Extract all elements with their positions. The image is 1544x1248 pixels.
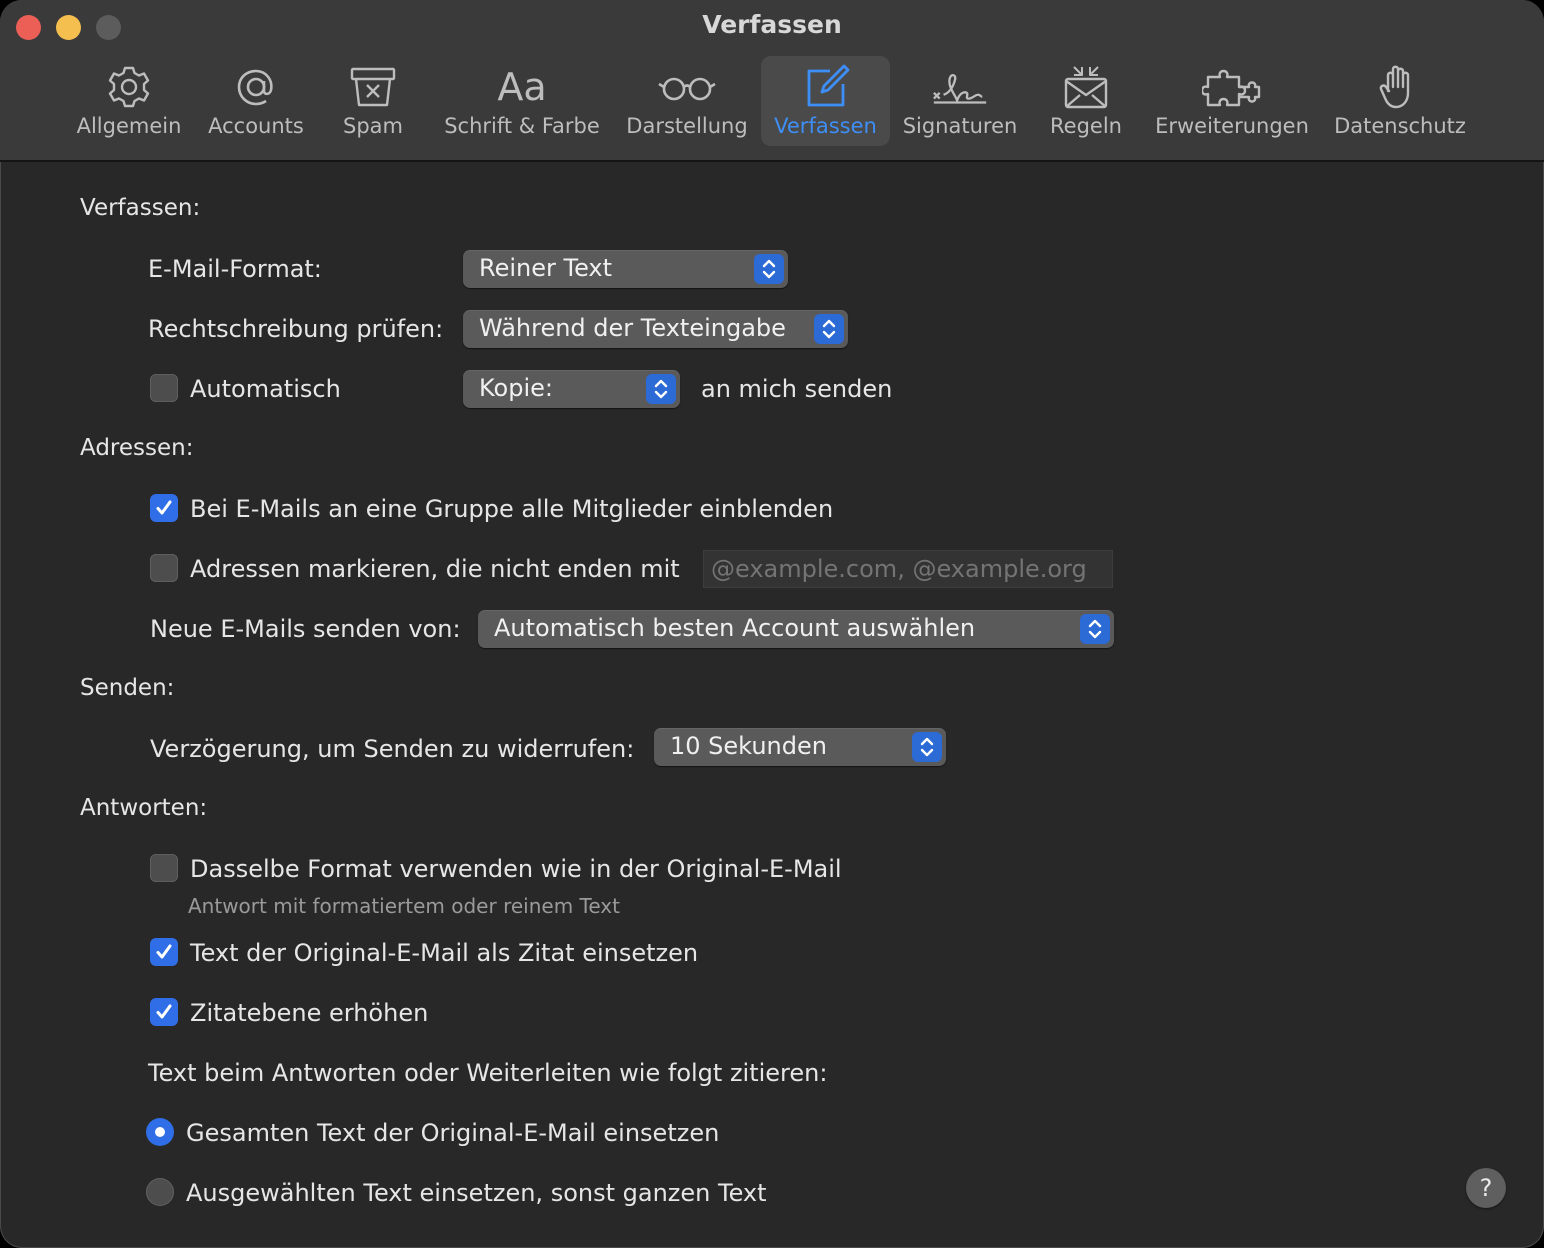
spellcheck-popup-value: Während der Texteingabe	[479, 314, 786, 342]
format-popup-value: Reiner Text	[479, 254, 613, 282]
tab-label: Erweiterungen	[1155, 114, 1309, 138]
compose-icon	[796, 62, 856, 112]
tab-label: Accounts	[208, 114, 304, 138]
tab-regeln[interactable]: Regeln	[1040, 56, 1132, 146]
quote-all-radio[interactable]	[146, 1118, 174, 1146]
checkmark-icon	[156, 944, 172, 959]
tab-erweiterungen[interactable]: Erweiterungen	[1150, 56, 1314, 146]
help-button[interactable]: ?	[1466, 1168, 1506, 1208]
send-from-popup[interactable]: Automatisch besten Account auswählen	[478, 610, 1114, 648]
section-heading-compose: Verfassen:	[80, 195, 201, 221]
junk-tray-icon	[343, 62, 403, 112]
tab-spam[interactable]: Spam	[330, 56, 416, 146]
quote-mode-label: Text beim Antworten oder Weiterleiten wi…	[148, 1059, 828, 1087]
window-title: Verfassen	[702, 10, 842, 39]
format-label: E-Mail-Format:	[148, 255, 322, 283]
tab-label: Schrift & Farbe	[444, 114, 600, 138]
chevron-updown-icon	[1080, 614, 1110, 644]
tab-label: Datenschutz	[1334, 114, 1466, 138]
copy-type-popup[interactable]: Kopie:	[463, 370, 680, 408]
hand-icon	[1370, 62, 1430, 112]
preferences-window: Verfassen Allgemein Accounts Spam Aa Sch…	[0, 0, 1544, 1248]
domain-filter-input[interactable]	[703, 550, 1113, 588]
tab-label: Regeln	[1050, 114, 1122, 138]
chevron-updown-icon	[646, 374, 676, 404]
quote-all-label: Gesamten Text der Original-E-Mail einset…	[186, 1119, 720, 1147]
send-from-label: Neue E-Mails senden von:	[150, 615, 461, 643]
section-heading-addresses: Adressen:	[80, 435, 194, 461]
send-from-popup-value: Automatisch besten Account auswählen	[494, 614, 976, 642]
copy-suffix-label: an mich senden	[701, 375, 893, 403]
puzzle-icon	[1202, 62, 1262, 112]
font-glyph: Aa	[497, 65, 547, 109]
tab-label: Allgemein	[76, 114, 182, 138]
toolbar: Verfassen Allgemein Accounts Spam Aa Sch…	[0, 0, 1544, 162]
quote-selected-radio[interactable]	[146, 1178, 174, 1206]
tab-accounts[interactable]: Accounts	[200, 56, 312, 146]
tab-label: Signaturen	[902, 114, 1018, 138]
spellcheck-popup[interactable]: Während der Texteingabe	[463, 310, 848, 348]
tab-verfassen[interactable]: Verfassen	[761, 56, 890, 146]
same-format-label: Dasselbe Format verwenden wie in der Ori…	[190, 855, 842, 883]
undo-send-popup-value: 10 Sekunden	[670, 732, 827, 760]
increase-quote-level-checkbox[interactable]	[150, 998, 178, 1026]
expand-group-label: Bei E-Mails an eine Gruppe alle Mitglied…	[190, 495, 834, 523]
chevron-updown-icon	[912, 732, 942, 762]
rules-envelope-icon	[1056, 62, 1116, 112]
signature-icon	[930, 62, 990, 112]
checkmark-icon	[156, 500, 172, 515]
quote-original-checkbox[interactable]	[150, 938, 178, 966]
chevron-updown-icon	[754, 254, 784, 284]
spell-label: Rechtschreibung prüfen:	[148, 315, 444, 343]
glasses-icon	[657, 62, 717, 112]
at-sign-icon	[226, 62, 286, 112]
mark-addresses-label: Adressen markieren, die nicht enden mit	[190, 555, 680, 583]
tab-darstellung[interactable]: Darstellung	[622, 56, 752, 146]
auto-copy-checkbox[interactable]	[150, 374, 178, 402]
section-heading-sending: Senden:	[80, 675, 175, 701]
undo-send-label: Verzögerung, um Senden zu widerrufen:	[150, 735, 635, 763]
same-format-hint: Antwort mit formatiertem oder reinem Tex…	[188, 894, 620, 918]
tab-datenschutz[interactable]: Datenschutz	[1328, 56, 1472, 146]
quote-selected-label: Ausgewählten Text einsetzen, sonst ganze…	[186, 1179, 767, 1207]
increase-quote-level-label: Zitatebene erhöhen	[190, 999, 429, 1027]
mark-addresses-checkbox[interactable]	[150, 554, 178, 582]
tab-label: Spam	[343, 114, 403, 138]
section-heading-replying: Antworten:	[80, 795, 208, 821]
copy-type-popup-value: Kopie:	[479, 374, 553, 402]
domain-filter-field[interactable]	[703, 550, 1113, 588]
auto-copy-label: Automatisch	[190, 375, 341, 403]
tab-label: Verfassen	[774, 114, 877, 138]
tab-allgemein[interactable]: Allgemein	[72, 56, 186, 146]
checkmark-icon	[156, 1004, 172, 1019]
undo-send-popup[interactable]: 10 Sekunden	[654, 728, 946, 766]
gear-icon	[99, 62, 159, 112]
format-popup[interactable]: Reiner Text	[463, 250, 788, 288]
font-icon: Aa	[492, 62, 552, 112]
tab-schrift-farbe[interactable]: Aa Schrift & Farbe	[434, 56, 610, 146]
expand-group-checkbox[interactable]	[150, 494, 178, 522]
quote-original-label: Text der Original-E-Mail als Zitat einse…	[190, 939, 699, 967]
same-format-checkbox[interactable]	[150, 854, 178, 882]
tab-label: Darstellung	[626, 114, 748, 138]
tab-signaturen[interactable]: Signaturen	[898, 56, 1022, 146]
chevron-updown-icon	[814, 314, 844, 344]
